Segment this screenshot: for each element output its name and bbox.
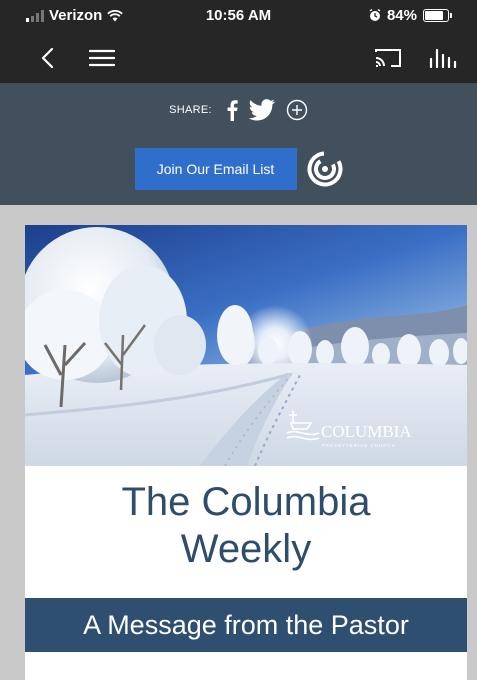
section-heading: A Message from the Pastor <box>25 598 467 652</box>
join-email-list-button[interactable]: Join Our Email List <box>134 148 297 190</box>
plus-circle-icon[interactable] <box>286 99 308 121</box>
battery-percent: 84% <box>386 7 417 24</box>
logo-text: COLUMBIA <box>321 422 412 441</box>
alarm-icon <box>369 9 381 21</box>
battery-fill <box>425 11 444 20</box>
nav-bar <box>0 33 477 83</box>
share-label: SHARE: <box>169 104 212 116</box>
share-row: SHARE: <box>0 95 477 125</box>
newsletter-header: SHARE: Join Our Email List <box>0 83 477 205</box>
bar-chart-icon[interactable] <box>428 33 458 83</box>
newsletter-card: COLUMBIA PRESBYTERIAN CHURCH The Columbi… <box>25 225 467 680</box>
facebook-icon[interactable] <box>226 99 238 121</box>
email-signup-row: Join Our Email List <box>0 148 477 190</box>
logo-subtext: PRESBYTERIAN CHURCH <box>322 443 396 448</box>
cast-icon[interactable] <box>372 33 404 83</box>
newsletter-title: The Columbia Weekly <box>25 479 467 573</box>
hero-image: COLUMBIA PRESBYTERIAN CHURCH <box>25 225 467 466</box>
twitter-icon[interactable] <box>248 99 276 121</box>
status-bar: Verizon 10:56 AM 84% <box>0 0 477 33</box>
hamburger-menu-icon[interactable] <box>88 33 116 83</box>
constant-contact-logo-icon[interactable] <box>307 151 343 187</box>
title-line-1: The Columbia <box>121 480 371 524</box>
back-icon[interactable] <box>36 33 58 83</box>
battery-icon <box>423 9 452 22</box>
battery-group: 84% <box>369 7 452 24</box>
title-line-2: Weekly <box>180 527 312 571</box>
